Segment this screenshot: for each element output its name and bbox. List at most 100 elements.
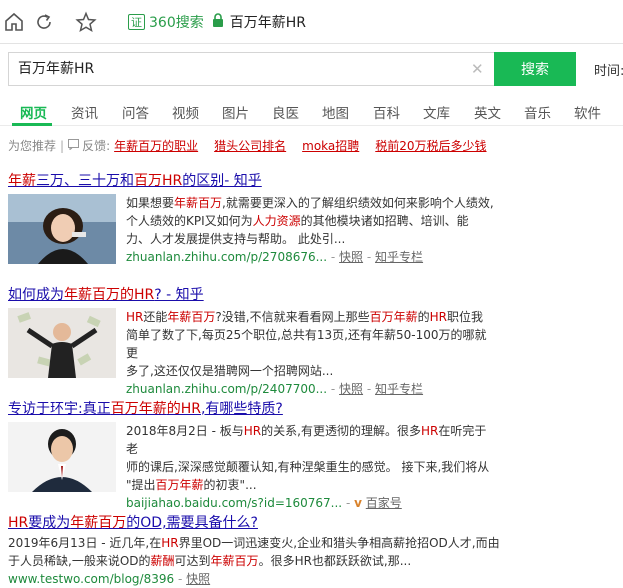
- snippet-text: 界里OD一词迅速变火,企业和猎头争相高薪抢招OD人才,而由: [178, 536, 500, 550]
- result-snippet: 2018年8月2日 - 板与HR的关系,有更透彻的理解。很多HR在听完于老 师的…: [126, 422, 498, 512]
- tab-images[interactable]: 图片: [222, 102, 249, 122]
- title-highlight: 百万年薪: [110, 401, 167, 417]
- tab-web[interactable]: 网页: [20, 102, 47, 122]
- browser-toolbar: 证 360搜索 百万年薪HR: [0, 0, 623, 44]
- star-icon[interactable]: [72, 8, 100, 36]
- title-highlight: 年薪百万: [70, 515, 127, 531]
- separator: -: [177, 572, 187, 586]
- separator: -: [366, 382, 376, 396]
- snapshot-link[interactable]: 快照: [186, 572, 210, 586]
- tab-wenku[interactable]: 文库: [423, 102, 450, 122]
- snippet-highlight: HR: [420, 424, 439, 438]
- result-thumbnail[interactable]: [8, 194, 116, 264]
- feedback-icon[interactable]: [68, 138, 80, 153]
- search-result: HR要成为年薪百万的OD,需要具备什么? 2019年6月13日 - 近几年,在H…: [8, 512, 618, 586]
- recommend-label: 为您推荐: [8, 139, 57, 153]
- active-tab-indicator: [12, 123, 52, 126]
- result-url-row: zhuanlan.zhihu.com/p/2407700... - 快照 - 知…: [126, 380, 498, 398]
- tab-english[interactable]: 英文: [474, 102, 501, 122]
- baijiahao-icon: v: [354, 496, 362, 510]
- snippet-text: 职位我: [447, 310, 484, 324]
- search-result: 专访于环宇:真正百万年薪的HR,有哪些特质? 2018年8月2日 - 板与HR的…: [8, 398, 618, 510]
- tab-baike[interactable]: 百科: [373, 102, 400, 122]
- tab-doctor[interactable]: 良医: [272, 102, 299, 122]
- result-url[interactable]: www.testwo.com/blog/8396: [8, 572, 174, 586]
- snippet-text: 还能: [143, 310, 168, 324]
- snippet-highlight: 年薪百万: [210, 554, 259, 568]
- title-highlight: 的HR: [166, 401, 201, 417]
- separator: |: [60, 138, 65, 153]
- snapshot-link[interactable]: 快照: [339, 250, 363, 264]
- result-snippet: 如果想要年薪百万,就需要更深入的了解组织绩效如何来影响个人绩效, 个人绩效的KP…: [126, 194, 498, 266]
- result-url-row: www.testwo.com/blog/8396 - 快照: [8, 570, 478, 588]
- title-text: ? - 知乎: [154, 287, 204, 303]
- tab-music[interactable]: 音乐: [524, 102, 551, 122]
- source-link[interactable]: 知乎专栏: [375, 250, 423, 264]
- title-highlight: 年薪百万: [64, 287, 120, 303]
- refresh-icon[interactable]: [30, 8, 58, 36]
- snippet-highlight: HR: [126, 310, 144, 324]
- title-highlight: 百万HR: [134, 173, 183, 189]
- search-result: 年薪三万、三十万和百万HR的区别- 知乎 如果想要年薪百万,就需要更深入的了解组…: [8, 170, 618, 264]
- result-url-row: zhuanlan.zhihu.com/p/2708676... - 快照 - 知…: [126, 248, 498, 266]
- title-text: ,有哪些特质?: [200, 401, 283, 417]
- snippet-text: ?没错,不信就来看看网上那些: [215, 310, 370, 324]
- result-thumbnail[interactable]: [8, 422, 116, 492]
- result-url[interactable]: baijiahao.baidu.com/s?id=160767...: [126, 496, 342, 510]
- source-link[interactable]: 百家号: [366, 496, 402, 510]
- cert-badge: 证: [128, 14, 145, 30]
- snippet-text: 师的课后,深深感觉颠覆认知,有种涅槃重生的感觉。 接下来,我们将从: [126, 460, 490, 474]
- result-snippet: 2019年6月13日 - 近几年,在HR界里OD一词迅速变火,企业和猎头争相高薪…: [8, 534, 500, 588]
- snippet-text: 个人绩效的KPI又如何为: [126, 214, 253, 228]
- recommend-link[interactable]: 税前20万税后多少钱: [375, 137, 486, 154]
- tab-video[interactable]: 视频: [172, 102, 199, 122]
- feedback-label[interactable]: 反馈:: [82, 137, 110, 154]
- address-bar[interactable]: 证 360搜索 百万年薪HR: [128, 9, 306, 35]
- tab-qa[interactable]: 问答: [122, 102, 149, 122]
- snippet-text: 如果想要: [126, 196, 175, 210]
- snippet-text: 2019年6月13日 - 近几年,在: [8, 536, 162, 550]
- result-thumbnail[interactable]: [8, 308, 116, 378]
- search-button[interactable]: 搜索: [494, 52, 576, 86]
- recommend-link[interactable]: moka招聘: [302, 137, 359, 154]
- snippet-text: "提出: [126, 478, 156, 492]
- search-tabs: 网页 资讯 问答 视频 图片 良医 地图 百科 文库 英文 音乐 软件: [0, 98, 623, 126]
- clear-icon[interactable]: ✕: [471, 60, 484, 78]
- snapshot-link[interactable]: 快照: [339, 382, 363, 396]
- result-title[interactable]: 专访于环宇:真正百万年薪的HR,有哪些特质?: [8, 398, 618, 418]
- snippet-text: 2018年8月2日 - 板与: [126, 424, 244, 438]
- snippet-text: 力、人才发展提供支持与帮助。 此处引...: [126, 232, 346, 246]
- title-text: 的OD,需要具备什么?: [126, 515, 258, 531]
- snippet-highlight: HR: [243, 424, 262, 438]
- source-link[interactable]: 知乎专栏: [375, 382, 423, 396]
- title-text: 的区别- 知乎: [182, 173, 262, 189]
- search-input[interactable]: 百万年薪HR: [8, 52, 494, 86]
- result-title[interactable]: 如何成为年薪百万的HR? - 知乎: [8, 284, 618, 304]
- snippet-text: 可达到: [174, 554, 211, 568]
- separator: -: [330, 250, 340, 264]
- snippet-text: 的其他模块诸如招聘、培训、能: [300, 214, 469, 228]
- tab-map[interactable]: 地图: [322, 102, 349, 122]
- recommend-link[interactable]: 猎头公司排名: [214, 137, 286, 154]
- title-highlight: HR: [8, 515, 29, 531]
- title-text: 专访于环宇:真正: [8, 401, 111, 417]
- snippet-highlight: HR: [429, 310, 447, 324]
- site-name: 360搜索: [149, 15, 204, 31]
- separator: -: [366, 250, 376, 264]
- result-title[interactable]: HR要成为年薪百万的OD,需要具备什么?: [8, 512, 618, 532]
- page-title: 百万年薪HR: [229, 15, 306, 31]
- recommend-link[interactable]: 年薪百万的职业: [114, 137, 198, 154]
- result-url[interactable]: zhuanlan.zhihu.com/p/2708676...: [126, 250, 327, 264]
- snippet-text: 简单了数了下,每页25个职位,总共有13页,还有年薪50-100万的哪就更: [126, 328, 487, 360]
- title-highlight: 年薪: [8, 173, 36, 189]
- result-snippet: HR还能年薪百万?没错,不信就来看看网上那些百万年薪的HR职位我 简单了数了下,…: [126, 308, 498, 398]
- snippet-text: 于人员稀缺,一般来说OD的: [8, 554, 151, 568]
- snippet-text: 多了,这还仅仅是猎聘网一个招聘网站...: [126, 364, 334, 378]
- result-title[interactable]: 年薪三万、三十万和百万HR的区别- 知乎: [8, 170, 618, 190]
- tab-software[interactable]: 软件: [574, 102, 601, 122]
- time-filter[interactable]: 时间:: [594, 60, 623, 79]
- result-url[interactable]: zhuanlan.zhihu.com/p/2407700...: [126, 382, 327, 396]
- home-icon[interactable]: [0, 8, 28, 36]
- snippet-highlight: 年薪百万: [167, 310, 216, 324]
- tab-news[interactable]: 资讯: [71, 102, 98, 122]
